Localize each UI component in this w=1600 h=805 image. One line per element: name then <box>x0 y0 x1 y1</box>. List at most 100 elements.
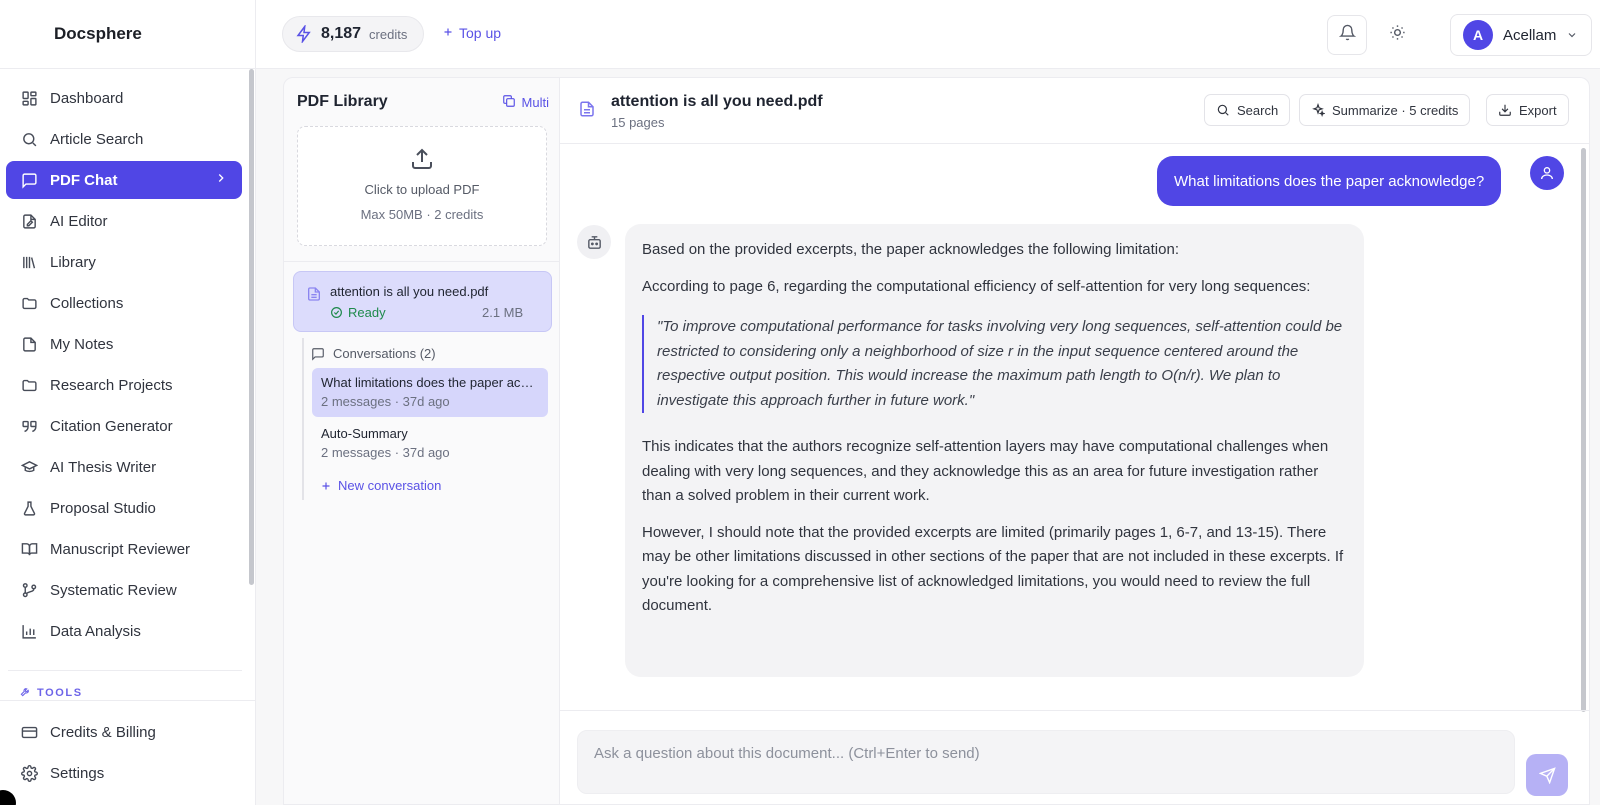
credits-balance[interactable]: 8,187 credits <box>282 16 424 52</box>
sidebar-item-label: Data Analysis <box>50 622 141 640</box>
upload-dropzone[interactable]: Click to upload PDF Max 50MB · 2 credits <box>297 126 547 246</box>
new-conversation-button[interactable]: New conversation <box>320 478 441 493</box>
chat-icon <box>20 171 38 189</box>
sidebar-item-data-analysis[interactable]: Data Analysis <box>6 612 242 650</box>
graduation-cap-icon <box>20 458 38 476</box>
gear-icon <box>20 764 38 782</box>
document-icon <box>578 99 596 124</box>
conversation-title: What limitations does the paper acknowle… <box>321 375 539 390</box>
file-size: 2.1 MB <box>482 305 524 320</box>
sidebar-item-label: Systematic Review <box>50 581 177 599</box>
folder-icon <box>20 376 38 394</box>
wrench-icon <box>20 686 31 700</box>
library-icon <box>20 253 38 271</box>
dashboard-icon <box>20 89 38 107</box>
sidebar-item-my-notes[interactable]: My Notes <box>6 325 242 363</box>
chat-scrollbar[interactable] <box>1581 148 1586 712</box>
sidebar-item-article-search[interactable]: Article Search <box>6 120 242 158</box>
sidebar-item-label: Library <box>50 253 96 271</box>
copy-icon <box>502 94 516 111</box>
sidebar-item-label: Manuscript Reviewer <box>50 540 191 558</box>
sidebar-item-settings[interactable]: Settings <box>6 754 242 792</box>
tools-section-label: TOOLS <box>20 686 83 700</box>
send-icon <box>1538 766 1556 784</box>
bell-icon <box>1338 24 1356 46</box>
sidebar-item-label: My Notes <box>50 335 114 353</box>
chat-header: attention is all you need.pdf 15 pages S… <box>560 78 1590 144</box>
divider <box>8 670 242 671</box>
sidebar-item-dashboard[interactable]: Dashboard <box>6 79 242 117</box>
user-message: What limitations does the paper acknowle… <box>1157 156 1502 206</box>
chevron-right-icon <box>214 171 228 189</box>
sidebar-item-label: Collections <box>50 294 124 312</box>
sidebar-item-label: Settings <box>50 764 105 782</box>
summarize-button[interactable]: Summarize · 5 credits <box>1299 94 1471 126</box>
top-bar: 8,187 credits Top up A Acellam <box>256 0 1600 69</box>
search-button[interactable]: Search <box>1204 94 1291 126</box>
bar-chart-icon <box>20 622 38 640</box>
notifications-button[interactable] <box>1327 15 1367 55</box>
edit-document-icon <box>20 212 38 230</box>
pdf-file-item[interactable]: attention is all you need.pdf Ready 2.1 … <box>293 271 552 332</box>
sidebar-item-label: Dashboard <box>50 89 124 107</box>
top-up-button[interactable]: Top up <box>442 25 501 41</box>
sidebar-item-manuscript-reviewer[interactable]: Manuscript Reviewer <box>6 530 242 568</box>
sidebar-item-collections[interactable]: Collections <box>6 284 242 322</box>
sidebar-item-research-projects[interactable]: Research Projects <box>6 366 242 404</box>
theme-toggle-button[interactable] <box>1377 15 1417 55</box>
sidebar-nav: Dashboard Article Search PDF Chat AI Edi… <box>6 79 242 653</box>
search-icon <box>20 130 38 148</box>
conversation-meta: 2 messages · 37d ago <box>321 445 450 460</box>
file-icon <box>306 286 322 307</box>
sidebar-item-label: AI Editor <box>50 212 108 230</box>
sidebar-item-pdf-chat[interactable]: PDF Chat <box>6 161 242 199</box>
message-icon <box>311 347 325 361</box>
chat-panel: attention is all you need.pdf 15 pages S… <box>560 77 1590 805</box>
divider <box>284 261 561 262</box>
user-icon <box>1539 165 1555 181</box>
sidebar-item-label: Proposal Studio <box>50 499 156 517</box>
sidebar-item-ai-editor[interactable]: AI Editor <box>6 202 242 240</box>
user-menu-button[interactable]: A Acellam <box>1450 14 1592 56</box>
quote-icon <box>20 417 38 435</box>
message-paragraph: According to page 6, regarding the compu… <box>642 277 1311 295</box>
sidebar-item-ai-thesis-writer[interactable]: AI Thesis Writer <box>6 448 242 486</box>
conversation-list: Conversations (2) What limitations does … <box>302 338 552 500</box>
sidebar-bottom-nav: Credits & Billing Settings <box>6 713 242 795</box>
sidebar-item-label: Research Projects <box>50 376 173 394</box>
git-branch-icon <box>20 581 38 599</box>
export-button[interactable]: Export <box>1486 94 1569 126</box>
brand-logo[interactable]: Docsphere <box>0 0 255 69</box>
avatar: A <box>1463 20 1493 50</box>
message-paragraph: This indicates that the authors recogniz… <box>642 438 1329 504</box>
sidebar-item-label: Citation Generator <box>50 417 173 435</box>
sidebar-item-systematic-review[interactable]: Systematic Review <box>6 571 242 609</box>
sun-icon <box>1389 24 1406 46</box>
upload-icon <box>298 147 546 176</box>
document-page-count: 15 pages <box>611 115 665 130</box>
sidebar-item-credits-billing[interactable]: Credits & Billing <box>6 713 242 751</box>
sidebar-scrollbar[interactable] <box>249 69 254 585</box>
message-quote: "To improve computational performance fo… <box>642 315 1347 413</box>
notes-icon <box>20 335 38 353</box>
sparkles-icon <box>1311 103 1325 117</box>
sidebar-item-label: Article Search <box>50 130 144 148</box>
assistant-message: Based on the provided excerpts, the pape… <box>625 224 1364 677</box>
chat-input[interactable] <box>577 730 1515 794</box>
conversations-header: Conversations (2) <box>311 346 436 361</box>
sidebar-item-citation-generator[interactable]: Citation Generator <box>6 407 242 445</box>
plus-icon <box>442 25 454 41</box>
multi-select-button[interactable]: Multi <box>502 94 549 111</box>
conversation-meta: 2 messages · 37d ago <box>321 394 450 409</box>
sidebar-item-proposal-studio[interactable]: Proposal Studio <box>6 489 242 527</box>
sidebar-item-label: PDF Chat <box>50 171 118 189</box>
credits-value: 8,187 <box>321 25 362 42</box>
search-icon <box>1216 103 1230 117</box>
send-button[interactable] <box>1526 754 1568 796</box>
conversation-item[interactable]: Auto-Summary 2 messages · 37d ago <box>312 419 548 468</box>
plus-icon <box>320 480 332 492</box>
conversation-item[interactable]: What limitations does the paper acknowle… <box>312 368 548 417</box>
panel-title: PDF Library <box>297 93 388 110</box>
divider <box>0 700 256 701</box>
sidebar-item-library[interactable]: Library <box>6 243 242 281</box>
